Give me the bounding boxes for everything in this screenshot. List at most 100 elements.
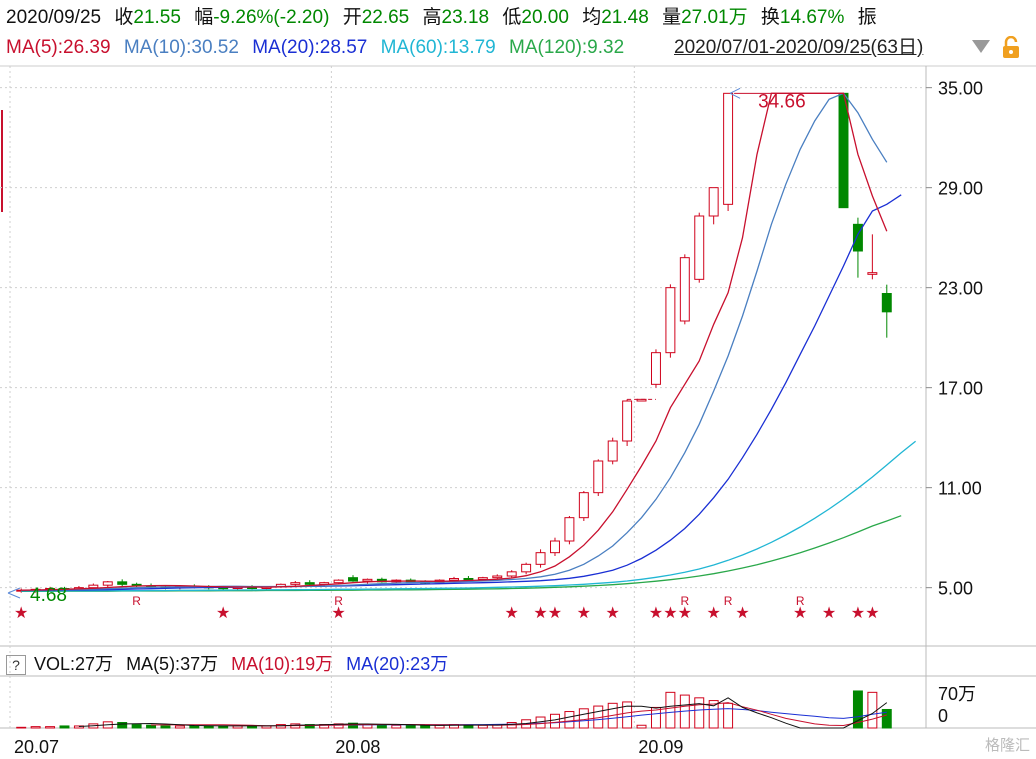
date-range-selector[interactable]: 2020/07/01-2020/09/25(63日)	[674, 36, 923, 60]
candle-body	[73, 587, 84, 590]
vol-ma5-legend: MA(5):37万	[126, 654, 219, 674]
volume_ma5-line	[78, 697, 888, 729]
ma120-line	[21, 515, 902, 592]
annotations: 34.66 4.68	[7, 87, 844, 606]
high-label: 高	[422, 7, 442, 28]
x-tick-label: 20.07	[14, 737, 59, 757]
star-marker: ★	[649, 605, 663, 622]
candle-body	[319, 582, 330, 585]
low-label: 4.68	[30, 585, 67, 606]
candle-body	[463, 578, 474, 580]
low-label: 低	[502, 7, 522, 28]
range-dropdown-icon[interactable]	[972, 40, 990, 53]
candle-body	[665, 287, 676, 354]
y-tick-label: 35.00	[938, 79, 983, 99]
volume-bar	[477, 724, 488, 729]
r-marker: R	[334, 594, 343, 608]
ma10-line	[21, 92, 888, 591]
volume-bar	[434, 724, 445, 729]
volume-bar	[30, 726, 41, 729]
signal-markers: ★ ★ ★ ★ ★ ★ ★ ★ ★ ★ ★ ★ ★ ★ ★ ★ ★R R R R R	[14, 594, 879, 622]
candle-body	[290, 582, 301, 585]
y-tick-label: 11.00	[938, 479, 982, 499]
volume-bar	[275, 724, 286, 729]
candle-body	[102, 581, 113, 586]
star-marker: ★	[663, 605, 677, 622]
month-gridlines	[9, 66, 635, 728]
star-marker: ★	[707, 605, 721, 622]
volume-bar	[449, 724, 459, 729]
vol-legend: VOL:27万	[34, 654, 114, 674]
star-marker: ★	[14, 605, 28, 622]
low-value: 20.00	[521, 7, 569, 28]
candle-body	[708, 187, 719, 217]
volume-bar	[189, 725, 200, 729]
volume-bar	[102, 721, 113, 729]
candle-body	[362, 578, 373, 582]
change-value: -9.26%(-2.20)	[213, 7, 330, 28]
candle-body	[650, 352, 661, 385]
turnover-value: 14.67%	[779, 7, 845, 28]
ma120-legend: MA(120):9.32	[509, 37, 625, 58]
ma60-line	[21, 440, 917, 592]
avg-label: 均	[582, 7, 602, 28]
volume_ma10-line	[150, 702, 887, 727]
candle-body	[420, 581, 431, 584]
candle-body	[59, 588, 70, 590]
volume-bar	[521, 719, 532, 729]
candle-body	[506, 571, 517, 577]
candle-body	[492, 575, 503, 579]
volume-bar	[117, 722, 128, 729]
close-label: 收	[114, 7, 134, 28]
quote-header: 2020/09/25 收21.55 幅-9.26%(-2.20) 开22.65 …	[6, 6, 885, 30]
candle-body	[203, 586, 214, 589]
volume-tick-label: 0	[938, 706, 948, 726]
volume-bar	[881, 708, 892, 729]
high-label: 34.66	[758, 91, 806, 112]
question-icon[interactable]: ?	[6, 655, 26, 676]
volume-bar	[420, 725, 431, 729]
open-label: 开	[342, 7, 362, 28]
volume-bar	[852, 690, 863, 729]
candle-body	[578, 492, 589, 519]
star-marker: ★	[533, 605, 547, 622]
ma10-legend: MA(10):30.52	[123, 37, 239, 58]
r-marker: R	[796, 594, 805, 608]
volume-legend: ? VOL:27万 MA(5):37万 MA(10):19万 MA(20):23万	[6, 653, 456, 676]
ma5-line	[21, 92, 888, 591]
unlock-icon[interactable]	[998, 36, 1024, 60]
volume-bar	[506, 722, 517, 729]
volume-bar	[665, 691, 676, 729]
x-tick-label: 20.09	[638, 737, 683, 757]
y-tick-label: 29.00	[938, 179, 983, 199]
volume-bar	[174, 725, 185, 729]
volume-bar	[247, 725, 258, 729]
candle-body	[131, 583, 142, 587]
candle-body	[333, 579, 344, 584]
high-value: 23.18	[441, 7, 490, 28]
candle-body	[852, 223, 863, 252]
turnover-label: 换	[760, 7, 780, 28]
candle-body	[30, 588, 41, 592]
volume-value: 27.01万	[681, 7, 748, 28]
star-marker: ★	[577, 605, 591, 622]
volume-bar	[131, 724, 142, 729]
candle-body	[867, 272, 878, 275]
star-marker: ★	[822, 605, 836, 622]
candle-body	[405, 579, 416, 583]
ma5-legend: MA(5):26.39	[6, 37, 111, 58]
candle-body	[45, 588, 56, 590]
volume-bar	[463, 724, 474, 729]
volume-bar	[16, 726, 27, 729]
volume-bar	[867, 691, 878, 729]
star-marker: ★	[331, 605, 345, 622]
volume-bar	[391, 724, 402, 729]
volume-bar	[593, 705, 604, 729]
kline-chart[interactable]: 35.0029.0023.0017.0011.005.00 ★ ★ ★ ★ ★ ★ ★ ★ ★ ★…	[0, 0, 1036, 759]
candle-body	[694, 215, 705, 280]
candle-body	[391, 579, 402, 583]
volume-bar	[550, 713, 560, 729]
volume-bar	[564, 711, 575, 729]
candle-body	[247, 586, 258, 589]
volume-tick-label: 70万	[938, 684, 976, 704]
